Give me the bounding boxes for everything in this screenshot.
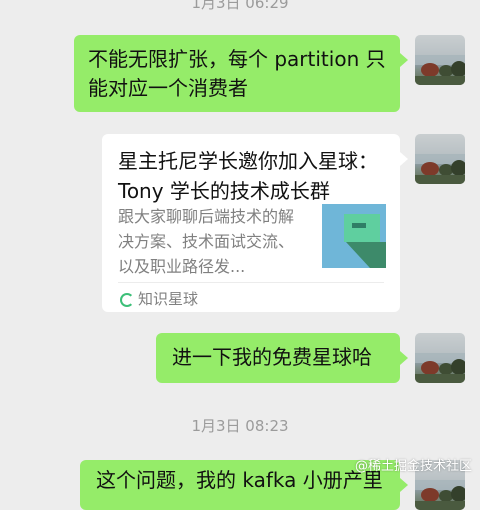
card-source-label: 知识星球 <box>138 290 199 308</box>
message-bubble[interactable]: 这个问题，我的 kafka 小册产里 <box>80 460 408 510</box>
card-thumbnail <box>322 204 386 268</box>
zsxq-logo-icon <box>120 293 134 307</box>
message-bubble[interactable]: 进一下我的免费星球哈 <box>156 333 408 383</box>
avatar[interactable] <box>415 333 465 383</box>
card-divider <box>118 282 384 283</box>
message-text: 这个问题，我的 kafka 小册产里 <box>96 468 383 492</box>
card-title: 星主托尼学长邀你加入星球：Tony 学长的技术成长群 <box>118 149 378 203</box>
avatar[interactable] <box>415 35 465 85</box>
avatar[interactable] <box>415 134 465 184</box>
link-card[interactable]: 星主托尼学长邀你加入星球：Tony 学长的技术成长群 跟大家聊聊后端技术的解决方… <box>102 134 408 312</box>
card-description: 跟大家聊聊后端技术的解决方案、技术面试交流、以及职业路径发... <box>118 207 295 276</box>
timestamp-top: 1月3日 06:29 <box>191 0 289 12</box>
timestamp-middle: 1月3日 08:23 <box>191 417 289 435</box>
message-text: 不能无限扩张，每个 partition 只能对应一个消费者 <box>88 47 386 100</box>
watermark: @稀土掘金技术社区 <box>354 459 472 474</box>
message-bubble[interactable]: 不能无限扩张，每个 partition 只能对应一个消费者 <box>74 35 408 112</box>
message-text: 进一下我的免费星球哈 <box>172 345 372 369</box>
